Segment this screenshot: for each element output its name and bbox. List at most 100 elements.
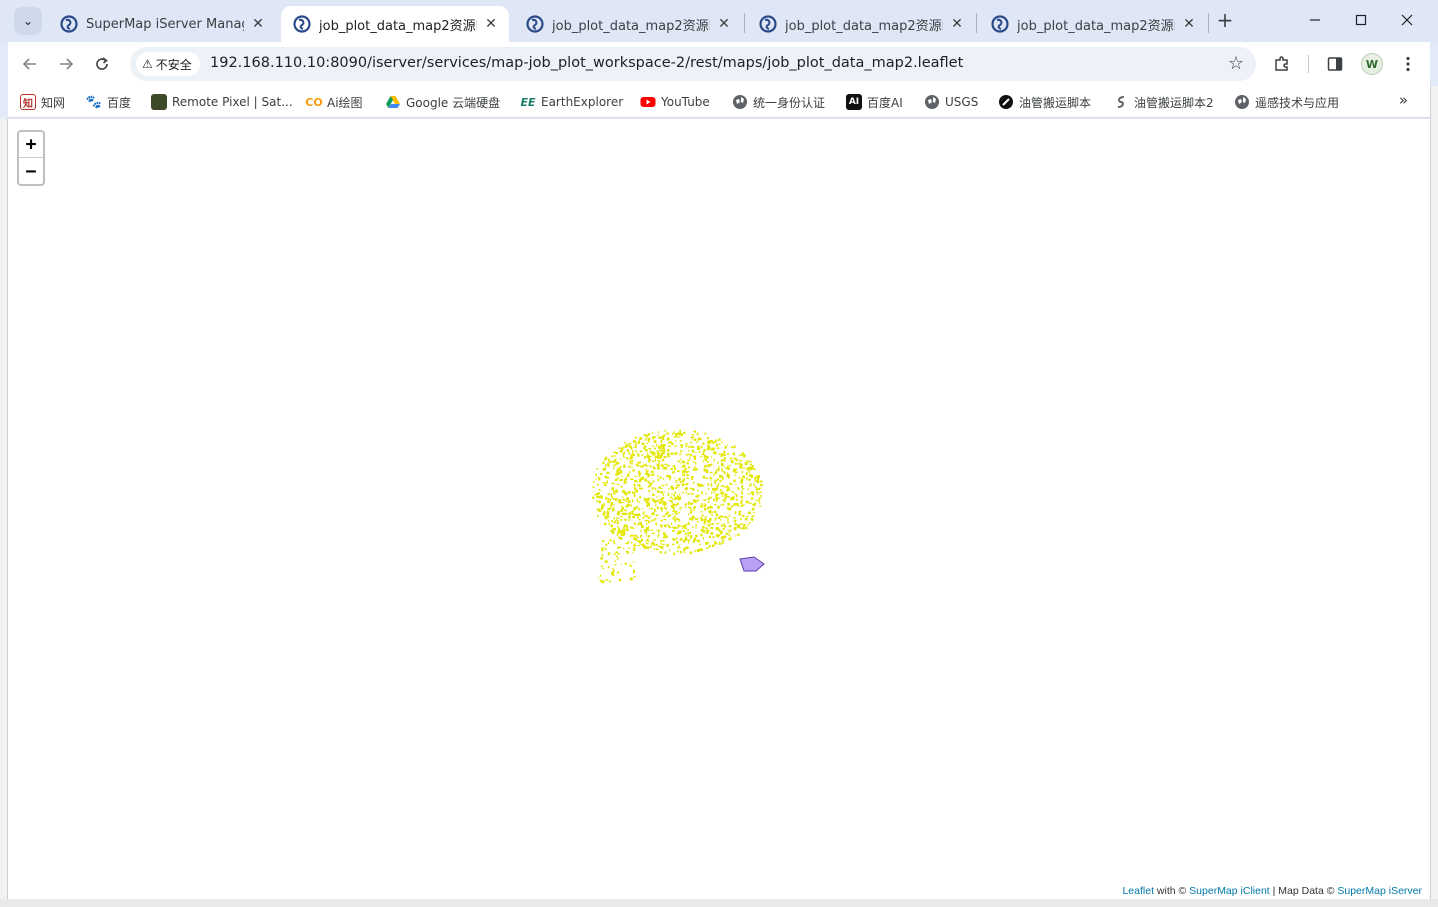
bookmark-item[interactable]: 统一身份认证 [732,92,825,112]
tab-map-5[interactable]: job_plot_data_map2资源leaf ✕ [979,6,1207,42]
point-feature [617,517,620,519]
point-feature [714,503,717,506]
profile-avatar[interactable]: W [1361,53,1383,75]
bookmark-item[interactable]: CO Ai绘图 [305,92,362,112]
point-feature [636,475,638,477]
point-feature [633,522,636,525]
menu-button[interactable] [1396,52,1420,76]
point-feature [622,498,626,501]
point-feature [608,519,610,523]
point-feature [722,528,725,530]
url-text[interactable]: 192.168.110.10:8090/iserver/services/map… [210,55,963,71]
point-feature [663,448,666,451]
point-feature [658,486,660,488]
polygon-feature[interactable] [739,556,765,572]
side-panel-button[interactable] [1323,52,1347,76]
point-feature [690,441,692,444]
reload-button[interactable] [88,50,116,78]
bookmark-item[interactable]: EE EarthExplorer [520,92,623,112]
point-feature [607,493,611,496]
back-button[interactable] [16,50,44,78]
close-window-button[interactable] [1384,0,1430,40]
point-feature [639,437,643,440]
forward-button[interactable] [52,50,80,78]
bookmark-item[interactable]: YouTube [640,92,710,112]
tab-active-map[interactable]: job_plot_data_map2资源leaf ✕ [281,6,509,42]
zhiwang-icon: 知 [20,94,36,110]
point-feature [637,471,640,473]
point-feature [660,452,663,454]
tab-strip: ⌄ SuperMap iServer Manager ✕ job_plot_da… [0,0,1438,42]
leaflet-map[interactable]: + − Leaflet with © SuperMap iClient | Ma… [8,119,1430,899]
tab-supermap-manager[interactable]: SuperMap iServer Manager ✕ [48,6,276,42]
point-feature [640,529,642,532]
bookmark-item[interactable]: AI 百度AI [846,92,903,112]
point-feature [713,458,715,462]
iserver-link[interactable]: SuperMap iServer [1337,885,1422,897]
tab-separator [1208,13,1209,33]
close-icon[interactable]: ✕ [250,16,266,32]
point-feature [649,465,652,468]
point-feature [626,475,630,477]
tab-map-4[interactable]: job_plot_data_map2资源leaf ✕ [747,6,975,42]
close-icon[interactable]: ✕ [716,16,732,32]
point-feature [668,525,671,527]
bookmark-item[interactable]: USGS [924,92,978,112]
bookmark-item[interactable]: 知 知网 [20,92,65,112]
close-icon[interactable]: ✕ [483,16,499,32]
chevron-double-right-icon[interactable]: » [1399,91,1408,109]
point-feature [613,493,616,495]
bookmark-item[interactable]: Remote Pixel | Sat... [151,92,293,112]
iclient-link[interactable]: SuperMap iClient [1189,885,1270,897]
extensions-button[interactable] [1270,52,1294,76]
address-bar[interactable]: ⚠ 不安全 192.168.110.10:8090/iserver/servic… [130,47,1256,81]
tab-separator [976,13,977,33]
point-feature [709,511,712,514]
point-feature [721,537,723,539]
point-feature [611,508,614,512]
point-feature [699,543,701,546]
point-feature [624,509,627,512]
bookmark-item[interactable]: Google 云端硬盘 [385,92,500,112]
minimize-button[interactable] [1292,0,1338,40]
close-icon[interactable]: ✕ [949,16,965,32]
point-feature [651,474,654,476]
point-feature [627,552,629,555]
point-feature [677,546,680,549]
point-feature [625,550,629,553]
bookmark-item[interactable]: 🐾 百度 [86,92,131,112]
security-chip[interactable]: ⚠ 不安全 [136,52,200,76]
tab-search-button[interactable]: ⌄ [14,7,42,35]
bookmark-item[interactable]: 油管搬运脚本2 [1113,92,1214,112]
point-feature [638,518,641,521]
point-feature [614,459,617,461]
map-layer[interactable] [8,119,1430,899]
point-feature [632,515,635,519]
side-panel-icon [1327,57,1343,71]
point-feature [719,541,721,545]
new-tab-button[interactable]: + [1212,8,1238,34]
zoom-in-button[interactable]: + [19,132,43,158]
point-feature [664,429,667,432]
point-feature [690,536,692,539]
point-feature [638,540,640,543]
point-feature [633,446,635,448]
bookmark-item[interactable]: 油管搬运脚本 [998,92,1091,112]
bookmark-item[interactable]: 遥感技术与应用 [1234,92,1339,112]
point-feature [720,485,724,487]
zoom-out-button[interactable]: − [19,158,43,184]
point-feature [754,480,757,482]
point-feature [633,544,635,548]
maximize-button[interactable] [1338,0,1384,40]
close-icon[interactable]: ✕ [1181,16,1197,32]
point-feature [702,450,705,453]
point-feature [726,485,729,488]
point-feature [739,454,742,457]
point-feature [609,539,612,542]
leaflet-link[interactable]: Leaflet [1122,885,1154,897]
tab-map-3[interactable]: job_plot_data_map2资源leaf ✕ [514,6,742,42]
point-feature [644,456,647,459]
bookmark-star-icon[interactable]: ☆ [1228,53,1244,74]
bookmark-label: 油管搬运脚本 [1019,95,1092,110]
point-feature [740,501,743,504]
